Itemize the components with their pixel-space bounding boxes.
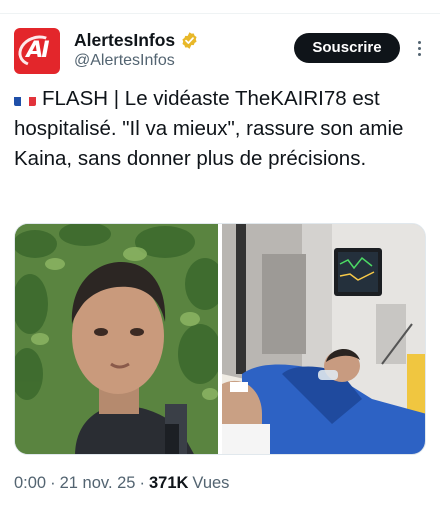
tweet-text: FLASH | Le vidéaste TheKAIRI78 est hospi… [14, 84, 424, 174]
post-date[interactable]: 21 nov. 25 [60, 474, 136, 493]
separator: · [50, 473, 56, 492]
display-name[interactable]: AlertesInfos [74, 30, 175, 51]
dot [417, 52, 421, 56]
video-time: 0:00 [14, 473, 47, 492]
views-count[interactable]: 371K [149, 474, 188, 493]
selfie-photo[interactable] [15, 224, 218, 454]
subscribe-button[interactable]: Souscrire [294, 33, 400, 63]
handle[interactable]: @AlertesInfos [74, 52, 175, 70]
media-grid[interactable] [14, 223, 426, 455]
tweet-meta: 0:00 · 21 nov. 25 · 371K Vues [14, 472, 229, 494]
hospital-bed-photo[interactable] [222, 224, 425, 454]
verified-badge-icon[interactable] [180, 31, 199, 50]
logo-text: AI [26, 38, 49, 63]
views-label: Vues [192, 473, 230, 492]
avatar[interactable]: AI [14, 28, 60, 74]
dot [417, 46, 421, 50]
more-options-icon[interactable] [410, 34, 428, 62]
tweet-header: AI AlertesInfos @AlertesInfos Souscrire [14, 26, 426, 76]
dot [417, 40, 421, 44]
france-flag-icon [14, 91, 36, 106]
name-row: AlertesInfos [74, 29, 199, 51]
separator: · [139, 473, 145, 492]
top-divider [0, 0, 440, 14]
tweet-body: FLASH | Le vidéaste TheKAIRI78 est hospi… [14, 87, 404, 170]
